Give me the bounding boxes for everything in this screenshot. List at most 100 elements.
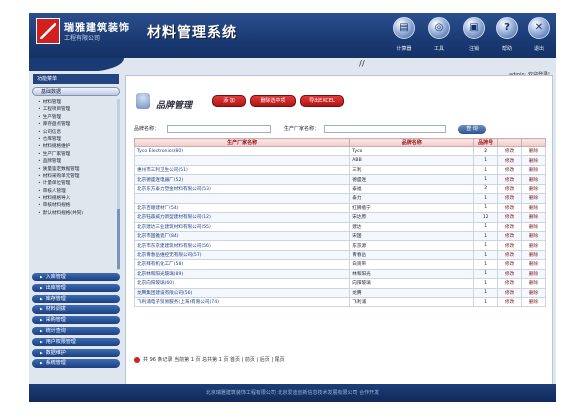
delete-link[interactable]: 删除 [521,145,546,157]
maker-cell[interactable]: Tyco Electronics(80) [133,145,351,157]
sidebar-menu[interactable]: 材料调拨 [32,305,120,314]
brand-number-cell: 1 [473,268,499,280]
edit-link[interactable]: 修改 [497,145,523,157]
edit-link[interactable]: 修改 [497,221,523,232]
delete-link[interactable]: 删除 [521,155,546,166]
maker-cell[interactable]: 北京东方泰力塑金材料有限公司(53) [133,183,351,195]
sidebar-menu[interactable]: 系统管理 [32,359,120,368]
sidebar-menu[interactable]: 数据维护 [32,348,120,357]
search-button[interactable]: 查 询 [458,125,486,134]
delete-link[interactable]: 删除 [521,249,546,261]
brand-cell: 飞利浦 [349,296,475,308]
edit-link[interactable]: 修改 [497,287,523,299]
sidebar-menu-basic-data[interactable]: 基础数据 [32,87,120,96]
maker-cell[interactable]: 北京市东京建建筑材料有限公司(56) [133,240,351,251]
maker-cell[interactable]: 北京林和阳光玻璃(89) [133,268,351,280]
table-header-row: 生产厂家名称 品牌名称 品牌号 [133,138,546,147]
edit-link[interactable]: 修改 [497,164,523,176]
sidebar-subitem[interactable]: 默认材料规格(共同) [34,210,116,217]
delete-link[interactable]: 删除 [521,212,546,223]
delete-link[interactable]: 删除 [521,278,546,289]
sidebar-subitem[interactable]: 材料采购单元管理 [34,173,116,180]
delete-link[interactable]: 删除 [521,240,546,251]
sidebar-subitem[interactable]: 材料规格维护 [34,143,116,150]
delete-link[interactable]: 删除 [521,268,546,280]
col-maker-header[interactable]: 生产厂家名称 [133,138,351,147]
sidebar-menu[interactable]: 采购管理 [32,316,120,325]
maker-cell[interactable]: 北京钰森威力新型建材有限公司(12) [133,212,351,223]
logout-button[interactable]: ▣ 注销 [459,17,489,55]
delete-link[interactable]: 删除 [521,174,546,185]
edit-link[interactable]: 修改 [497,249,523,261]
delete-link[interactable]: 删除 [521,230,546,242]
sidebar-subitem[interactable]: 材料规格导入 [34,195,116,202]
export-excel-button[interactable]: 导出EXCEL [300,95,344,107]
maker-cell[interactable]: 惠州市三利卫生公司(51) [133,164,351,176]
maker-cell[interactable]: 飞利浦电子贸易服务(上海)有限公司(74) [133,296,351,308]
edit-link[interactable]: 修改 [497,296,523,308]
sidebar-subitem[interactable]: 品牌管理 [34,158,116,165]
sidebar-subitem[interactable]: 质量鉴定数据管理 [34,166,116,173]
maker-cell[interactable]: 北京德盛连电器厂(52) [133,174,351,185]
edit-link[interactable]: 修改 [497,155,523,166]
sidebar-subitem[interactable]: 公司信息 [34,129,116,136]
sidebar-scrollbar[interactable] [117,99,120,270]
col-brand-header[interactable]: 品牌名称 [349,138,475,147]
delete-selected-button[interactable]: 删除选中项 [250,95,296,107]
sidebar-menu[interactable]: 入库管理 [32,273,120,282]
help-button[interactable]: ? 帮助 [492,17,522,55]
add-button[interactable]: 添 加 [212,95,246,107]
sidebar-subitem[interactable]: 生产厂家管理 [34,151,116,158]
sidebar-subitem[interactable]: 工程项目管理 [34,106,116,113]
delete-link[interactable]: 删除 [521,221,546,232]
maker-cell[interactable] [133,193,351,204]
edit-link[interactable]: 修改 [497,202,523,214]
sidebar-subitem[interactable]: 仓库管理 [34,136,116,143]
sidebar-subitem[interactable]: 生产管理 [34,114,116,121]
maker-cell[interactable]: 北京市国雅瓷厂(84) [133,230,351,242]
maker-cell[interactable] [133,155,351,166]
sidebar-menu[interactable]: 用户权限管理 [32,337,120,347]
delete-link[interactable]: 删除 [521,183,546,195]
maker-cell[interactable]: 龙腾集团建设有限公司(56) [133,287,351,299]
calculator-button[interactable]: ▤ 计算器 [389,17,419,55]
edit-link[interactable]: 修改 [497,278,523,289]
maker-cell[interactable]: 北京向阳玻璃(60) [133,278,351,289]
table-row: 北京市国雅瓷厂(84) 宋国 1 修改 删除 [133,230,546,242]
edit-link[interactable]: 修改 [497,230,523,242]
delete-link[interactable]: 删除 [521,202,546,214]
brand-name-input[interactable] [167,125,271,133]
edit-link[interactable]: 修改 [497,183,523,195]
edit-link[interactable]: 修改 [497,268,523,280]
sidebar-menu[interactable]: 库存管理 [32,294,120,303]
delete-link[interactable]: 删除 [521,287,546,299]
maker-cell[interactable]: 北京建达三业建筑材料有限公司(55) [133,221,351,232]
sidebar-subitem[interactable]: 计量单位管理 [34,180,116,187]
brand-cell: 向阳玻璃 [349,278,475,289]
delete-link[interactable]: 删除 [521,259,546,270]
delete-link[interactable]: 删除 [521,296,546,308]
sidebar-subitem[interactable]: 审核材料规格 [34,202,116,209]
sidebar-subitem[interactable]: 库存盘点管理 [34,121,116,128]
edit-link[interactable]: 修改 [497,212,523,223]
sidebar-menu[interactable]: 出库管理 [32,283,120,293]
sidebar-subitem[interactable]: 审核人管理 [34,188,116,195]
sidebar-subitem[interactable]: 材料管理 [34,99,116,106]
scrollbar-thumb[interactable] [117,209,120,269]
brand-number-cell: 1 [473,296,499,308]
maker-cell[interactable]: 北京青春岳维控无有限公司(57) [133,249,351,261]
delete-link[interactable]: 删除 [521,193,546,204]
edit-link[interactable]: 修改 [497,174,523,185]
maker-name-input[interactable] [324,125,446,133]
sidebar-menu[interactable]: 统计查询 [32,326,120,336]
maker-cell[interactable]: 北京百顺建材厂(54) [133,202,351,214]
maker-cell[interactable]: 北京拜有机化工厂(58) [133,259,351,270]
pagination-text[interactable]: 共 96 条记录 当前第 1 页 总共第 1 页 首页 | 前页 | 后页 | … [143,357,285,363]
edit-link[interactable]: 修改 [497,240,523,251]
edit-link[interactable]: 修改 [497,193,523,204]
exit-button[interactable]: ✕ 退出 [524,17,554,55]
col-number-header[interactable]: 品牌号 [473,138,499,147]
edit-link[interactable]: 修改 [497,259,523,270]
delete-link[interactable]: 删除 [521,164,546,176]
tools-button[interactable]: ◎ 工具 [424,17,454,55]
